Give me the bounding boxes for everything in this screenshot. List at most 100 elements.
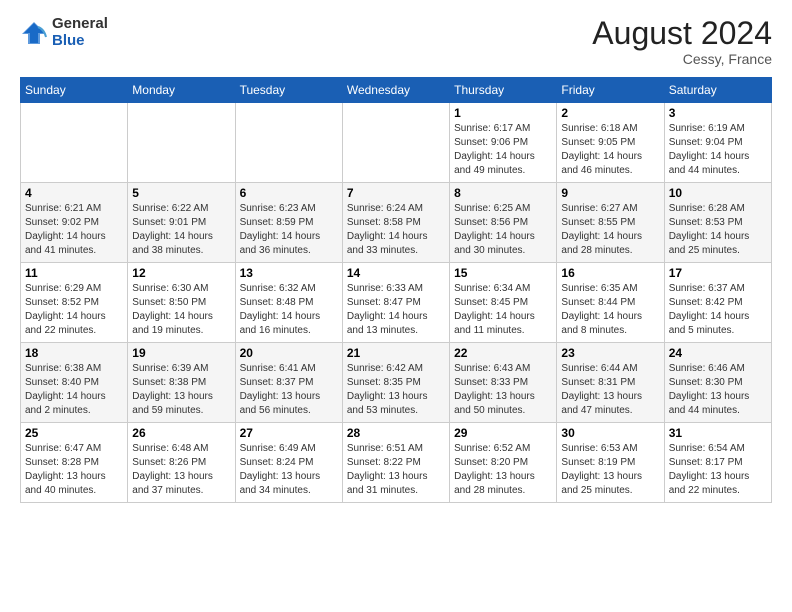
calendar-cell: 13Sunrise: 6:32 AM Sunset: 8:48 PM Dayli…: [235, 263, 342, 343]
calendar-day-header: Wednesday: [342, 78, 449, 103]
calendar-week-row: 11 Sunrise: 6:29 AM Sunset: 8:52 PM Dayli…: [21, 263, 772, 343]
day-number: 12: [132, 266, 230, 280]
calendar-cell: 20 Sunrise: 6:41 AM Sunset: 8:37 PM Dayli…: [235, 343, 342, 423]
day-number: 2: [561, 106, 659, 120]
day-info: Sunrise: 6:37 AM Sunset: 8:42 PM Dayligh…: [669, 282, 767, 338]
day-number: 7: [347, 186, 445, 200]
calendar-cell: 1Sunrise: 6:17 AM Sunset: 9:06 PM Daylig…: [450, 103, 557, 183]
day-info: Sunrise: 6:43 AM Sunset: 8:33 PM Dayligh…: [454, 362, 552, 418]
day-info: Sunrise: 6:54 AM Sunset: 8:17 PM Dayligh…: [669, 442, 767, 498]
calendar-cell: [342, 103, 449, 183]
day-info: Sunrise: 6:22 AM Sunset: 9:01 PM Dayligh…: [132, 202, 230, 258]
calendar-day-header: Monday: [128, 78, 235, 103]
calendar-cell: 4Sunrise: 6:21 AM Sunset: 9:02 PM Daylig…: [21, 183, 128, 263]
day-info: Sunrise: 6:52 AM Sunset: 8:20 PM Dayligh…: [454, 442, 552, 498]
calendar-cell: 21Sunrise: 6:42 AM Sunset: 8:35 PM Dayli…: [342, 343, 449, 423]
day-info: Sunrise: 6:34 AM Sunset: 8:45 PM Dayligh…: [454, 282, 552, 338]
calendar-cell: 27Sunrise: 6:49 AM Sunset: 8:24 PM Dayli…: [235, 423, 342, 503]
day-number: 17: [669, 266, 767, 280]
day-number: 19: [132, 346, 230, 360]
calendar-cell: 26 Sunrise: 6:48 AM Sunset: 8:26 PM Dayli…: [128, 423, 235, 503]
calendar-cell: 24 Sunrise: 6:46 AM Sunset: 8:30 PM Dayli…: [664, 343, 771, 423]
day-info: Sunrise: 6:41 AM Sunset: 8:37 PM Dayligh…: [240, 362, 338, 418]
day-info: Sunrise: 6:44 AM Sunset: 8:31 PM Dayligh…: [561, 362, 659, 418]
day-info: Sunrise: 6:25 AM Sunset: 8:56 PM Dayligh…: [454, 202, 552, 258]
day-number: 28: [347, 426, 445, 440]
day-info: Sunrise: 6:27 AM Sunset: 8:55 PM Dayligh…: [561, 202, 659, 258]
calendar-cell: 12 Sunrise: 6:30 AM Sunset: 8:50 PM Dayli…: [128, 263, 235, 343]
day-info: Sunrise: 6:18 AM Sunset: 9:05 PM Dayligh…: [561, 122, 659, 178]
day-number: 23: [561, 346, 659, 360]
title-block: August 2024 Cessy, France: [592, 16, 772, 67]
day-info: Sunrise: 6:33 AM Sunset: 8:47 PM Dayligh…: [347, 282, 445, 338]
calendar-cell: 17 Sunrise: 6:37 AM Sunset: 8:42 PM Dayli…: [664, 263, 771, 343]
calendar-cell: 7Sunrise: 6:24 AM Sunset: 8:58 PM Daylig…: [342, 183, 449, 263]
day-info: Sunrise: 6:21 AM Sunset: 9:02 PM Dayligh…: [25, 202, 123, 258]
header: General Blue August 2024 Cessy, France: [20, 16, 772, 67]
day-number: 30: [561, 426, 659, 440]
calendar-week-row: 1Sunrise: 6:17 AM Sunset: 9:06 PM Daylig…: [21, 103, 772, 183]
day-info: Sunrise: 6:35 AM Sunset: 8:44 PM Dayligh…: [561, 282, 659, 338]
day-number: 26: [132, 426, 230, 440]
logo-text: General Blue: [52, 16, 108, 49]
logo-blue-text: Blue: [52, 33, 108, 50]
calendar-cell: 6Sunrise: 6:23 AM Sunset: 8:59 PM Daylig…: [235, 183, 342, 263]
calendar-cell: 11 Sunrise: 6:29 AM Sunset: 8:52 PM Dayli…: [21, 263, 128, 343]
day-number: 21: [347, 346, 445, 360]
day-number: 9: [561, 186, 659, 200]
calendar-cell: [128, 103, 235, 183]
month-year: August 2024: [592, 16, 772, 51]
location: Cessy, France: [592, 51, 772, 67]
day-number: 27: [240, 426, 338, 440]
calendar-cell: 3 Sunrise: 6:19 AM Sunset: 9:04 PM Daylig…: [664, 103, 771, 183]
day-info: Sunrise: 6:17 AM Sunset: 9:06 PM Dayligh…: [454, 122, 552, 178]
calendar-cell: 14 Sunrise: 6:33 AM Sunset: 8:47 PM Dayli…: [342, 263, 449, 343]
calendar-cell: 19 Sunrise: 6:39 AM Sunset: 8:38 PM Dayli…: [128, 343, 235, 423]
calendar-day-header: Tuesday: [235, 78, 342, 103]
day-number: 11: [25, 266, 123, 280]
day-info: Sunrise: 6:19 AM Sunset: 9:04 PM Dayligh…: [669, 122, 767, 178]
calendar-day-header: Thursday: [450, 78, 557, 103]
day-number: 31: [669, 426, 767, 440]
calendar-cell: 5 Sunrise: 6:22 AM Sunset: 9:01 PM Daylig…: [128, 183, 235, 263]
calendar-week-row: 4Sunrise: 6:21 AM Sunset: 9:02 PM Daylig…: [21, 183, 772, 263]
calendar-cell: 30 Sunrise: 6:53 AM Sunset: 8:19 PM Dayli…: [557, 423, 664, 503]
day-info: Sunrise: 6:48 AM Sunset: 8:26 PM Dayligh…: [132, 442, 230, 498]
calendar-cell: 29 Sunrise: 6:52 AM Sunset: 8:20 PM Dayli…: [450, 423, 557, 503]
calendar-cell: 23 Sunrise: 6:44 AM Sunset: 8:31 PM Dayli…: [557, 343, 664, 423]
day-number: 22: [454, 346, 552, 360]
day-number: 24: [669, 346, 767, 360]
calendar-cell: 31 Sunrise: 6:54 AM Sunset: 8:17 PM Dayli…: [664, 423, 771, 503]
page: General Blue August 2024 Cessy, France S…: [0, 0, 792, 513]
calendar-header-row: SundayMondayTuesdayWednesdayThursdayFrid…: [21, 78, 772, 103]
day-info: Sunrise: 6:38 AM Sunset: 8:40 PM Dayligh…: [25, 362, 123, 418]
day-info: Sunrise: 6:29 AM Sunset: 8:52 PM Dayligh…: [25, 282, 123, 338]
day-number: 5: [132, 186, 230, 200]
day-info: Sunrise: 6:51 AM Sunset: 8:22 PM Dayligh…: [347, 442, 445, 498]
calendar-cell: 2 Sunrise: 6:18 AM Sunset: 9:05 PM Daylig…: [557, 103, 664, 183]
day-info: Sunrise: 6:30 AM Sunset: 8:50 PM Dayligh…: [132, 282, 230, 338]
day-info: Sunrise: 6:23 AM Sunset: 8:59 PM Dayligh…: [240, 202, 338, 258]
logo-icon: [20, 19, 48, 47]
day-number: 29: [454, 426, 552, 440]
calendar-cell: 22 Sunrise: 6:43 AM Sunset: 8:33 PM Dayli…: [450, 343, 557, 423]
calendar-week-row: 18 Sunrise: 6:38 AM Sunset: 8:40 PM Dayli…: [21, 343, 772, 423]
day-number: 14: [347, 266, 445, 280]
day-number: 25: [25, 426, 123, 440]
day-info: Sunrise: 6:47 AM Sunset: 8:28 PM Dayligh…: [25, 442, 123, 498]
day-number: 15: [454, 266, 552, 280]
day-number: 20: [240, 346, 338, 360]
calendar-cell: 8Sunrise: 6:25 AM Sunset: 8:56 PM Daylig…: [450, 183, 557, 263]
day-number: 3: [669, 106, 767, 120]
day-info: Sunrise: 6:46 AM Sunset: 8:30 PM Dayligh…: [669, 362, 767, 418]
day-info: Sunrise: 6:53 AM Sunset: 8:19 PM Dayligh…: [561, 442, 659, 498]
day-number: 13: [240, 266, 338, 280]
day-info: Sunrise: 6:39 AM Sunset: 8:38 PM Dayligh…: [132, 362, 230, 418]
calendar-cell: [21, 103, 128, 183]
calendar-cell: [235, 103, 342, 183]
calendar-week-row: 25 Sunrise: 6:47 AM Sunset: 8:28 PM Dayli…: [21, 423, 772, 503]
calendar-table: SundayMondayTuesdayWednesdayThursdayFrid…: [20, 77, 772, 503]
day-number: 18: [25, 346, 123, 360]
calendar-day-header: Friday: [557, 78, 664, 103]
day-number: 16: [561, 266, 659, 280]
